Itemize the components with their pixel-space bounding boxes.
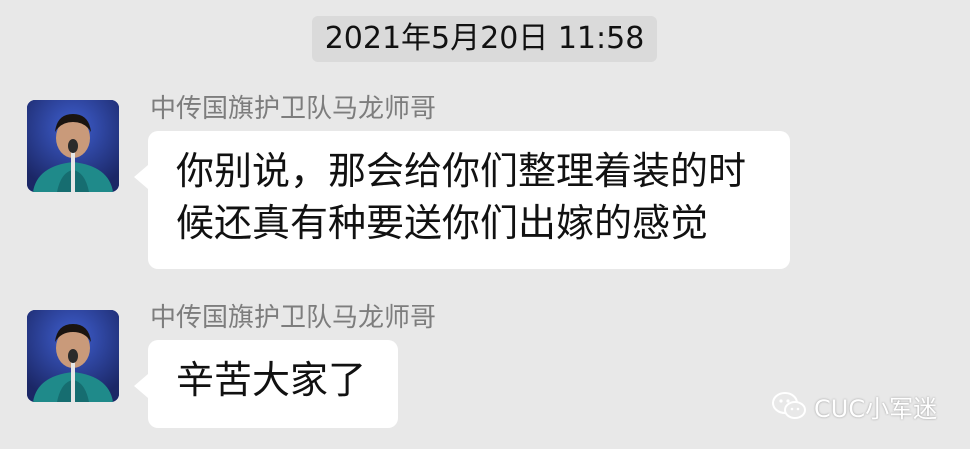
sender-avatar[interactable] [27,100,119,192]
avatar-photo-icon [27,100,119,192]
wechat-icon [772,392,806,419]
sender-avatar[interactable] [27,310,119,402]
sender-name: 中传国旗护卫队马龙师哥 [150,303,437,333]
message-bubble[interactable]: 辛苦大家了 [134,340,398,428]
sender-name: 中传国旗护卫队马龙师哥 [150,94,437,124]
message-bubble[interactable]: 你别说，那会给你们整理着装的时 候还真有种要送你们出嫁的感觉 [134,131,790,269]
watermark: CUC小军迷 [772,390,938,423]
watermark-text: CUC小军迷 [814,394,938,423]
chat-window: 2021年5月20日 11:58 中传国旗护卫队马龙师哥 你别说，那会给你们整理… [0,0,970,449]
message-timestamp: 2021年5月20日 11:58 [312,16,657,62]
message-text-line: 辛苦大家了 [176,358,367,402]
avatar-photo-icon [27,310,119,402]
message-text-line: 候还真有种要送你们出嫁的感觉 [176,201,709,245]
message-text-line: 你别说，那会给你们整理着装的时 [176,149,747,193]
